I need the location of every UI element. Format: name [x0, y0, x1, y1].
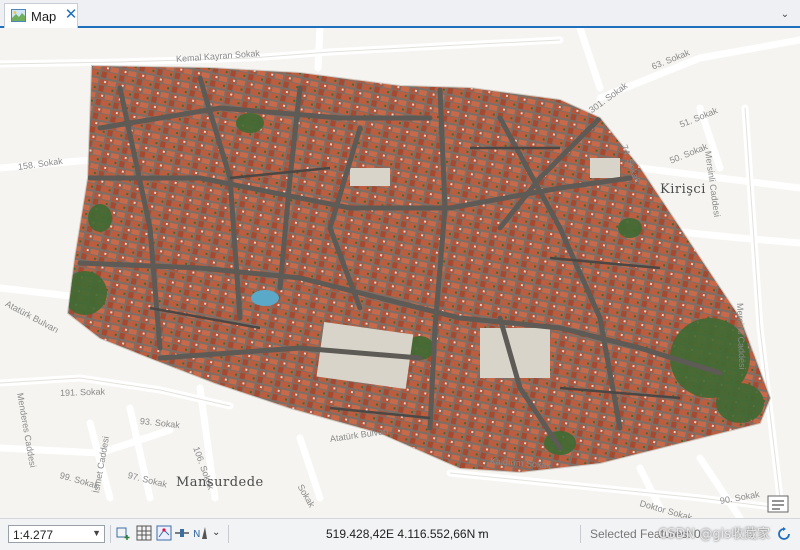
place-label-kirisci: Kirişci	[660, 182, 706, 197]
add-map-frame-icon[interactable]	[116, 525, 132, 541]
chevron-down-icon[interactable]: ⌄	[778, 8, 792, 22]
scale-selector[interactable]: 1:4.277 ▼	[8, 525, 105, 543]
snapping-icon[interactable]	[156, 525, 172, 541]
north-arrow-icon[interactable]: N	[192, 525, 208, 541]
tab-map-label: Map	[31, 9, 57, 24]
divider	[110, 525, 111, 543]
map-canvas[interactable]	[0, 28, 800, 518]
tab-strip: Map ✕ ⌄	[0, 0, 800, 28]
navigator-icon[interactable]	[767, 495, 789, 513]
divider	[580, 525, 581, 543]
chevron-down-icon[interactable]: ⌄	[476, 526, 484, 537]
scale-value: 1:4.277	[13, 528, 54, 542]
map-window: Map ✕ ⌄ Kemal Kayran Sokak 158. Sokak At…	[0, 0, 800, 550]
chevron-down-icon[interactable]: ⌄	[212, 527, 220, 538]
status-bar: 1:4.277 ▼ N ⌄ 519.428,42E 4.116.552,66N …	[0, 518, 800, 550]
svg-text:N: N	[193, 529, 200, 540]
constraints-icon[interactable]	[174, 525, 190, 541]
divider	[228, 525, 229, 543]
aerial-imagery-detail	[68, 66, 770, 472]
coordinate-readout: 519.428,42E 4.116.552,66N m	[326, 527, 489, 541]
tab-map[interactable]: Map ✕	[4, 3, 78, 28]
watermark: CSDN @gis收藏家	[658, 527, 770, 542]
place-label-mansurdede: Mansurdede	[176, 475, 264, 490]
map-view[interactable]: Kemal Kayran Sokak 158. Sokak Atatürk Bu…	[0, 28, 800, 518]
map-icon	[11, 9, 26, 22]
grid-icon[interactable]	[136, 525, 152, 541]
refresh-icon[interactable]	[776, 526, 792, 542]
close-icon[interactable]: ✕	[64, 7, 78, 23]
chevron-down-icon: ▼	[92, 528, 101, 538]
street-label: 191. Sokak	[59, 386, 106, 398]
